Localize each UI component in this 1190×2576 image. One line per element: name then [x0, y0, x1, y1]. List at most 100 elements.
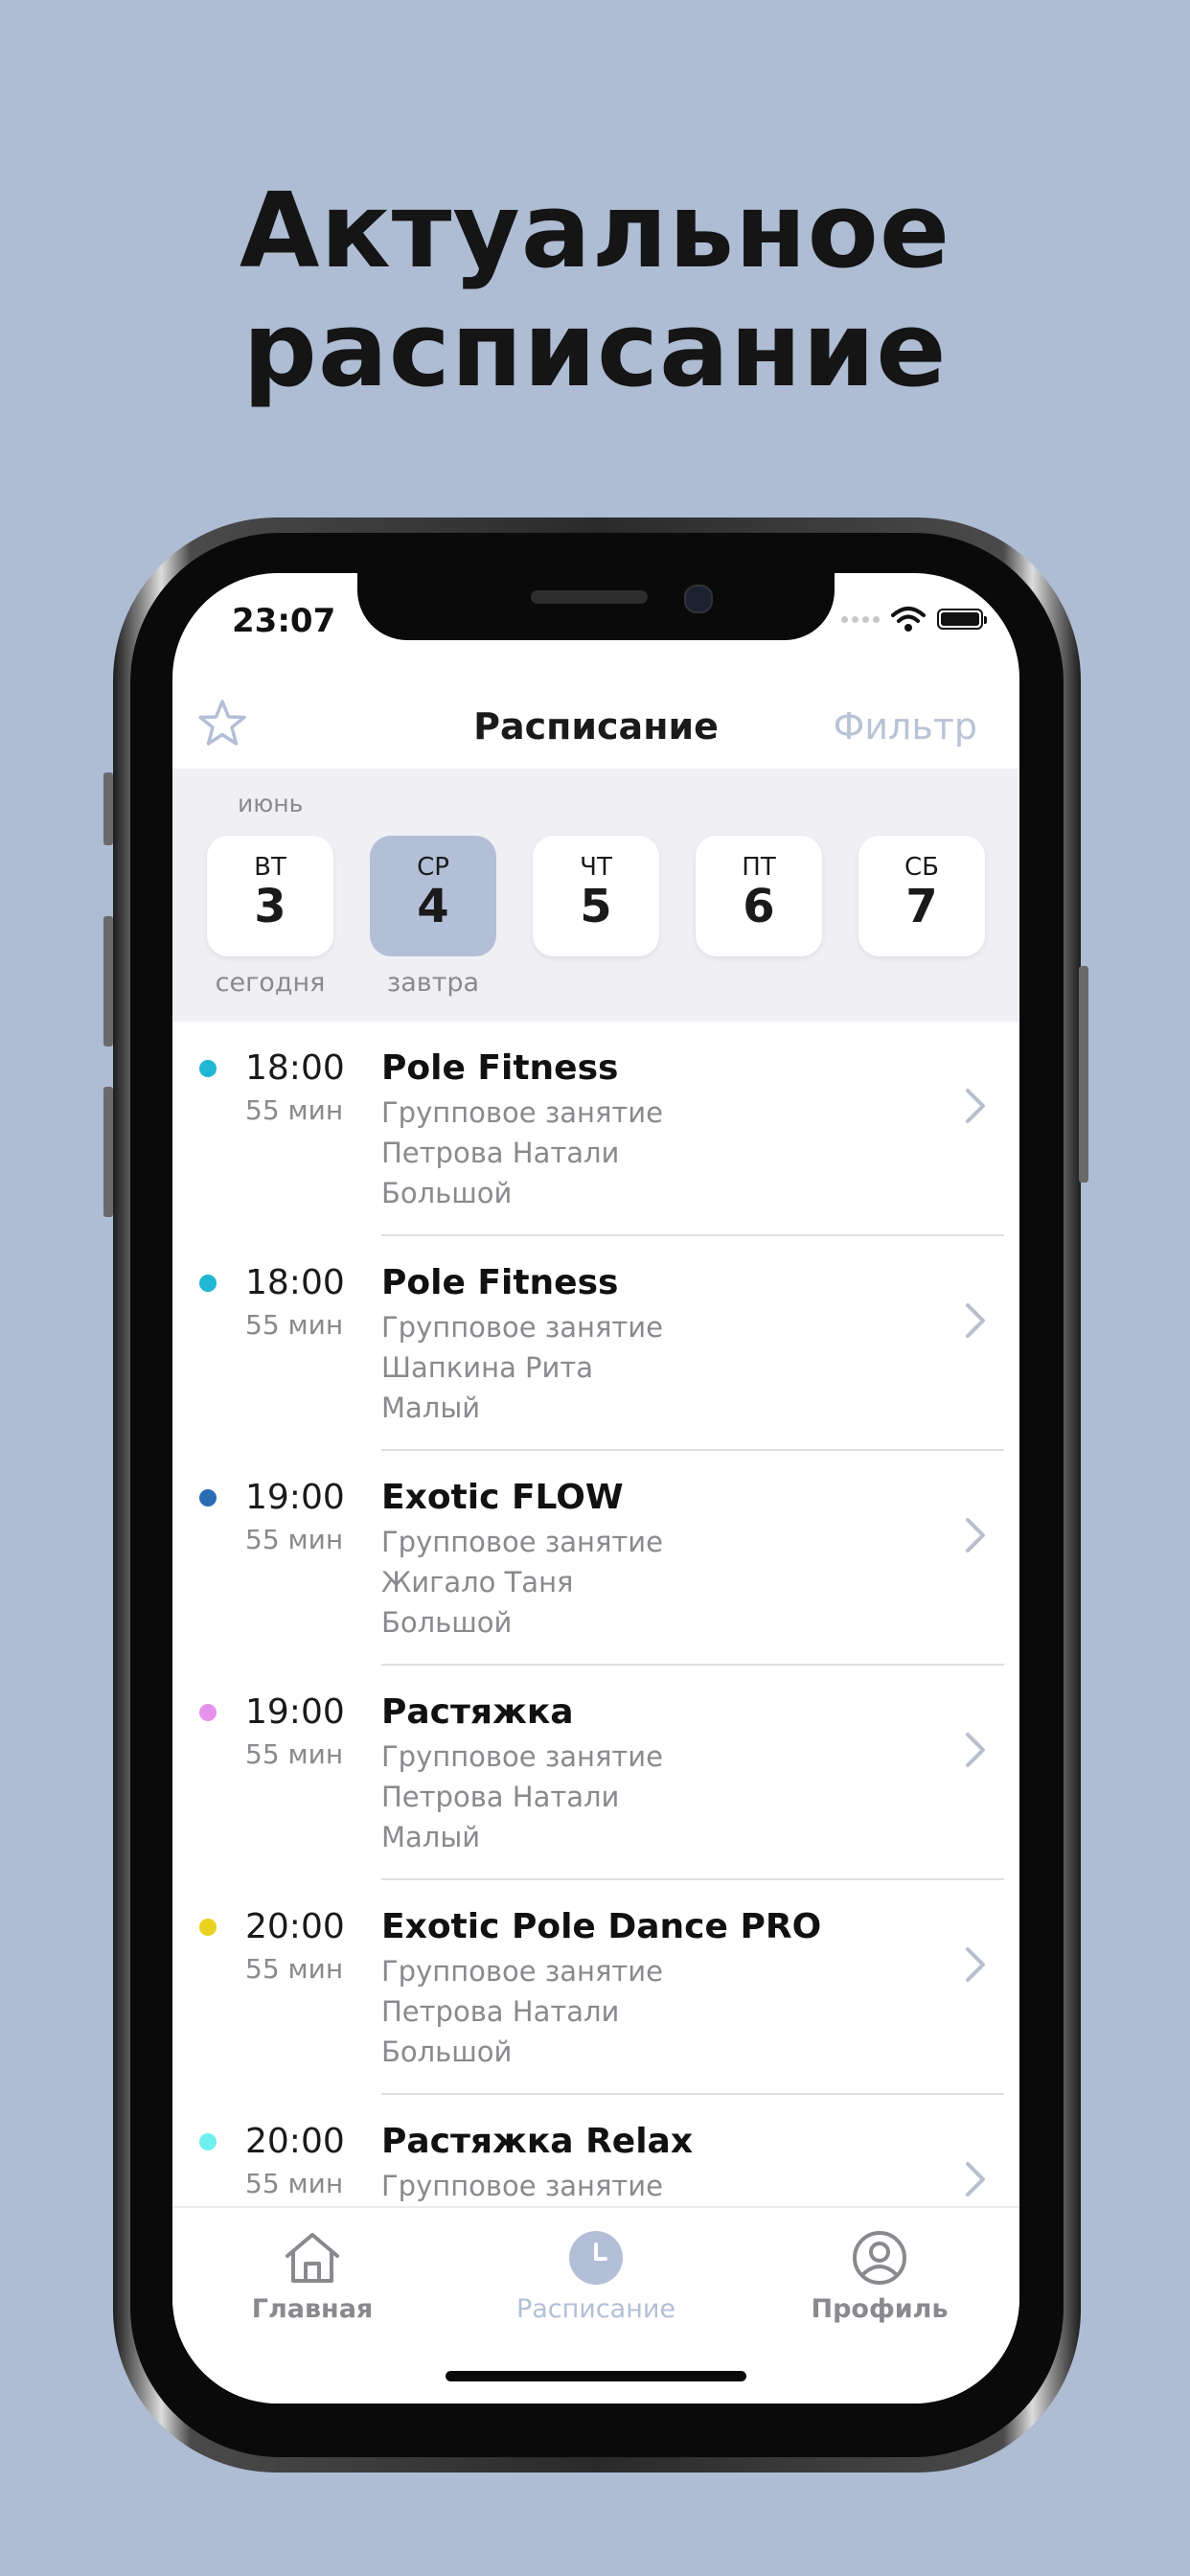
class-title: Растяжка	[381, 1692, 574, 1732]
class-time: 20:00	[245, 1907, 345, 1946]
class-color-dot	[199, 1489, 217, 1506]
class-duration: 55 мин	[245, 2168, 344, 2199]
status-icons	[841, 606, 987, 632]
tab-profile[interactable]: Профиль	[765, 2229, 995, 2324]
chevron-right-icon	[966, 1733, 985, 1767]
class-duration: 55 мин	[245, 1094, 344, 1126]
filter-button[interactable]: Фильтр	[834, 705, 977, 748]
status-time: 23:07	[232, 602, 336, 640]
day-weekday: ПТ	[742, 853, 776, 882]
notch	[357, 573, 835, 640]
class-time: 18:00	[245, 1048, 345, 1088]
front-camera	[684, 585, 713, 613]
day-weekday: ЧТ	[580, 853, 612, 882]
day-note: сегодня	[215, 968, 326, 998]
class-title: Exotic FLOW	[381, 1478, 624, 1517]
day-item[interactable]: ЧТ 5	[533, 836, 659, 968]
chevron-right-icon	[966, 1303, 985, 1338]
day-card[interactable]: СБ 7	[858, 836, 985, 956]
day-weekday: СБ	[904, 853, 939, 882]
class-type: Групповое занятие	[381, 1955, 663, 1988]
day-number: 5	[580, 880, 612, 933]
day-number: 6	[743, 880, 775, 933]
chevron-right-icon	[966, 1089, 985, 1123]
class-duration: 55 мин	[245, 1309, 344, 1341]
day-number: 7	[905, 880, 938, 933]
class-color-dot	[199, 2133, 217, 2150]
day-card-selected[interactable]: СР 4	[370, 836, 496, 956]
schedule-item[interactable]: 18:00 55 мин Pole Fitness Групповое заня…	[172, 1022, 1019, 1236]
nav-bar: Расписание Фильтр	[172, 686, 1019, 769]
class-time: 19:00	[245, 1692, 345, 1732]
class-title: Растяжка Relax	[381, 2122, 694, 2161]
chevron-right-icon	[966, 1947, 985, 1982]
day-item[interactable]: ПТ 6	[696, 836, 822, 968]
class-title: Exotic Pole Dance PRO	[381, 1907, 822, 1946]
tab-schedule-label: Расписание	[515, 2294, 676, 2324]
class-color-dot	[199, 1060, 217, 1077]
class-time: 20:00	[245, 2122, 345, 2161]
month-label: июнь	[238, 790, 304, 817]
class-color-dot	[199, 1275, 217, 1292]
schedule-item[interactable]: 19:00 55 мин Exotic FLOW Групповое занят…	[172, 1451, 1019, 1666]
day-number: 3	[254, 880, 286, 933]
class-trainer: Жигало Таня	[381, 1566, 574, 1598]
chevron-right-icon	[966, 2162, 985, 2196]
promo-headline: Актуальное расписание	[0, 172, 1190, 410]
class-type: Групповое занятие	[381, 1311, 663, 1344]
date-picker: июнь ВТ 3 сегодня СР 4 завтра ЧТ 5 ПТ 6 …	[172, 769, 1019, 1022]
class-hall: Большой	[381, 1606, 513, 1639]
class-trainer: Петрова Натали	[381, 1137, 620, 1169]
class-trainer: Петрова Натали	[381, 1995, 620, 2028]
class-trainer: Шапкина Рита	[381, 1351, 594, 1384]
schedule-list: 18:00 55 мин Pole Fitness Групповое заня…	[172, 1022, 1019, 2206]
schedule-item[interactable]: 19:00 55 мин Растяжка Групповое занятие …	[172, 1666, 1019, 1880]
schedule-item[interactable]: 20:00 55 мин Растяжка Relax Групповое за…	[172, 2095, 1019, 2206]
battery-icon	[937, 609, 987, 630]
schedule-item[interactable]: 20:00 55 мин Exotic Pole Dance PRO Групп…	[172, 1880, 1019, 2095]
day-number: 4	[417, 880, 449, 933]
day-weekday: ВТ	[254, 853, 286, 882]
class-title: Pole Fitness	[381, 1263, 619, 1302]
tab-home-label: Главная	[251, 2294, 374, 2324]
clock-icon	[569, 2231, 623, 2285]
tab-profile-label: Профиль	[811, 2294, 949, 2324]
class-color-dot	[199, 1704, 217, 1721]
class-type: Групповое занятие	[381, 1526, 663, 1558]
class-hall: Большой	[381, 2036, 513, 2068]
day-item[interactable]: СБ 7	[858, 836, 985, 968]
chevron-right-icon	[966, 1518, 985, 1552]
class-type: Групповое занятие	[381, 1740, 663, 1773]
signal-icon	[841, 615, 880, 623]
volume-up-button	[103, 916, 113, 1046]
class-hall: Малый	[381, 1392, 481, 1424]
promo-line-2: расписание	[242, 290, 948, 410]
profile-icon	[853, 2231, 906, 2285]
day-list: ВТ 3 сегодня СР 4 завтра ЧТ 5 ПТ 6 СБ 7	[207, 836, 987, 1008]
class-color-dot	[199, 1919, 217, 1936]
power-button	[1079, 966, 1088, 1183]
class-duration: 55 мин	[245, 1738, 344, 1770]
day-card[interactable]: ВТ 3	[207, 836, 333, 956]
class-duration: 55 мин	[245, 1524, 344, 1555]
volume-down-button	[103, 1087, 113, 1217]
tab-home[interactable]: Главная	[197, 2229, 427, 2324]
class-type: Групповое занятие	[381, 1096, 663, 1129]
class-trainer: Петрова Натали	[381, 1781, 620, 1813]
promo-line-1: Актуальное	[239, 172, 951, 291]
day-item[interactable]: СР 4 завтра	[370, 836, 496, 998]
class-title: Pole Fitness	[381, 1048, 619, 1088]
speaker	[531, 590, 648, 604]
wifi-icon	[891, 607, 926, 632]
class-hall: Большой	[381, 1177, 513, 1209]
class-duration: 55 мин	[245, 1953, 344, 1985]
schedule-item[interactable]: 18:00 55 мин Pole Fitness Групповое заня…	[172, 1236, 1019, 1451]
tab-schedule[interactable]: Расписание	[481, 2229, 711, 2324]
day-card[interactable]: ЧТ 5	[533, 836, 659, 956]
day-item[interactable]: ВТ 3 сегодня	[207, 836, 333, 998]
silent-switch	[103, 772, 113, 845]
phone-screen: 23:07 Расписание Фильтр июнь ВТ 3 сегодн…	[172, 573, 1019, 2404]
class-hall: Малый	[381, 1821, 481, 1853]
day-card[interactable]: ПТ 6	[696, 836, 822, 956]
home-indicator	[446, 2371, 746, 2381]
